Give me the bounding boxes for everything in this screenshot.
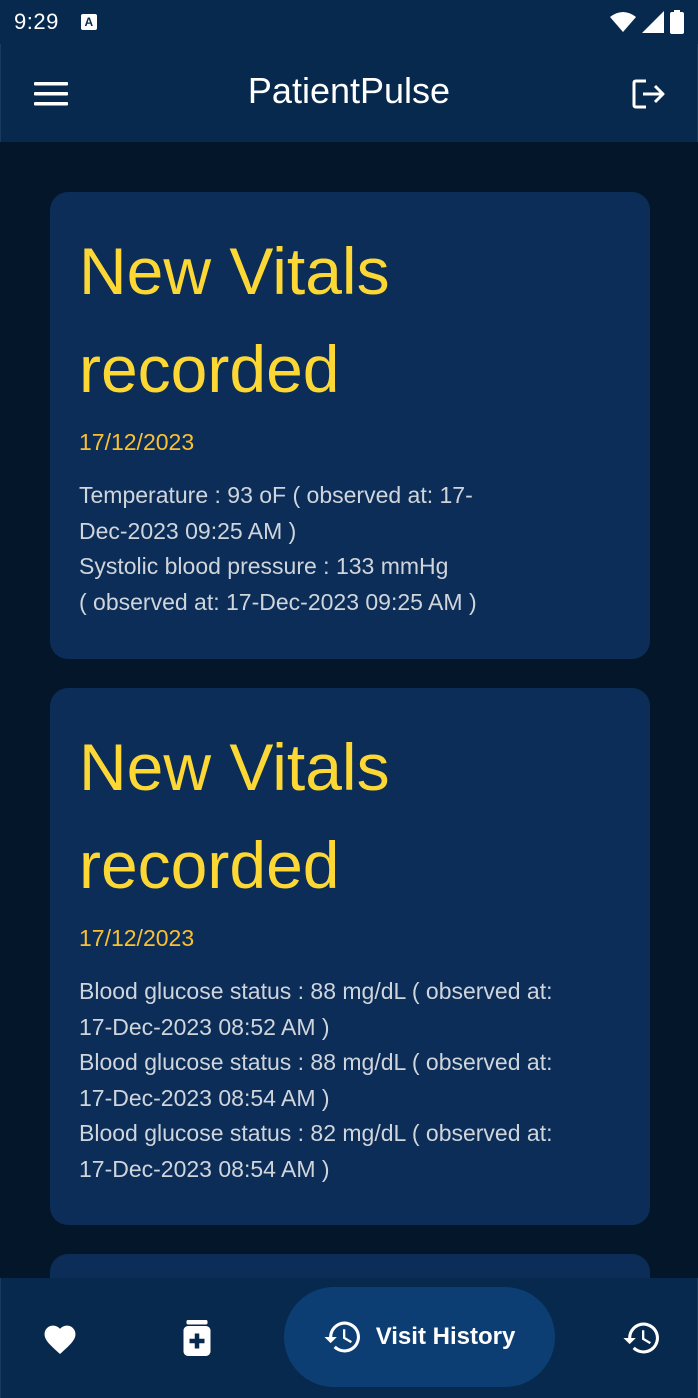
card-line: Systolic blood pressure : 133 mmHg — [79, 553, 449, 579]
nav-vitals[interactable] — [21, 1278, 99, 1398]
logout-icon — [632, 79, 665, 109]
card-line: Blood glucose status : 82 mg/dL ( observ… — [79, 1120, 553, 1146]
app-title: PatientPulse — [247, 70, 451, 111]
app-bar: PatientPulse — [0, 44, 698, 142]
wifi-icon — [610, 12, 636, 32]
vitals-card[interactable]: New Vitals recorded 17/12/2023 Blood glu… — [50, 688, 650, 1225]
vitals-card[interactable]: New Vitals recorded 17/12/2023 Temperatu… — [50, 192, 650, 659]
status-bar: 9:29 A — [0, 0, 698, 44]
nav-visit-history[interactable]: Visit History — [284, 1287, 555, 1387]
card-line: 17-Dec-2023 08:54 AM ) — [79, 1155, 330, 1182]
logout-button[interactable] — [629, 74, 669, 114]
heart-icon — [44, 1325, 76, 1354]
card-title-line1: New Vitals — [79, 234, 390, 308]
battery-icon — [670, 10, 684, 34]
card-line: Blood glucose status : 88 mg/dL ( observ… — [79, 978, 553, 1004]
history-icon — [324, 1321, 360, 1353]
card-date: 17/12/2023 — [79, 429, 195, 455]
card-line: Dec-2023 09:25 AM ) — [79, 517, 297, 544]
card-line: Blood glucose status : 88 mg/dL ( observ… — [79, 1049, 553, 1075]
card-date: 17/12/2023 — [79, 925, 195, 951]
card-title: New Vitals recorded — [79, 718, 622, 914]
medicine-icon — [183, 1320, 211, 1356]
card-line: 17-Dec-2023 08:52 AM ) — [79, 1013, 330, 1040]
status-time: 9:29 — [14, 9, 59, 34]
bottom-nav: Visit History — [0, 1278, 698, 1398]
nav-visit-history-label: Visit History — [375, 1323, 516, 1350]
status-icons — [610, 10, 684, 34]
card-title-line1: New Vitals — [79, 730, 390, 804]
card-body: Temperature : 93 oF ( observed at: 17- D… — [79, 478, 622, 620]
vitals-card[interactable] — [50, 1254, 650, 1278]
signal-icon — [642, 11, 664, 33]
vitals-feed[interactable]: New Vitals recorded 17/12/2023 Temperatu… — [0, 142, 698, 1278]
nav-medications[interactable] — [158, 1278, 236, 1398]
card-line: Temperature : 93 oF ( observed at: 17- — [79, 482, 473, 508]
notification-icon: A — [80, 14, 97, 30]
card-body: Blood glucose status : 88 mg/dL ( observ… — [79, 974, 622, 1187]
card-title-line2: recorded — [79, 828, 340, 902]
history-icon — [623, 1322, 659, 1354]
card-line: 17-Dec-2023 08:54 AM ) — [79, 1084, 330, 1111]
card-title-line2: recorded — [79, 332, 340, 406]
notification-letter: A — [84, 15, 94, 29]
card-title: New Vitals recorded — [79, 222, 622, 418]
nav-history[interactable] — [603, 1278, 681, 1398]
card-line: ( observed at: 17-Dec-2023 09:25 AM ) — [79, 588, 477, 615]
